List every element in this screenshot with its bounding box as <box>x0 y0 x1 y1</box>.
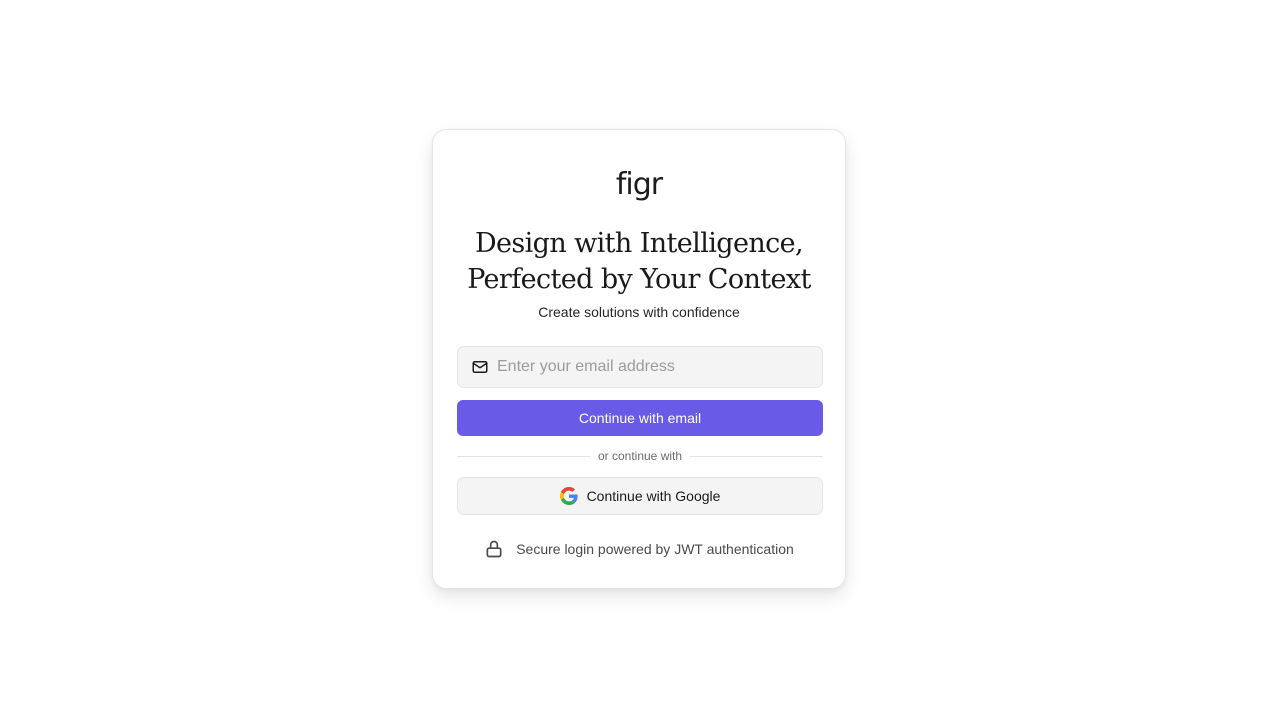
or-divider: or continue with <box>457 448 824 464</box>
divider-line-left <box>457 455 590 457</box>
email-field[interactable] <box>457 346 823 388</box>
google-icon <box>559 487 578 505</box>
continue-with-email-button[interactable]: Continue with email <box>457 400 823 436</box>
divider-text: or continue with <box>597 449 683 463</box>
page-subtitle: Create solutions with confidence <box>538 304 740 320</box>
headline-line-1: Design with Intelligence, <box>474 228 804 259</box>
continue-with-google-button[interactable]: Continue with Google <box>457 477 823 515</box>
email-input[interactable] <box>497 358 797 376</box>
login-card: figr Design with Intelligence, Perfected… <box>432 129 846 589</box>
lock-icon <box>484 539 504 559</box>
secure-login-text: Secure login powered by JWT authenticati… <box>516 541 794 557</box>
divider-line-right <box>690 455 824 457</box>
google-button-label: Continue with Google <box>586 488 721 504</box>
figr-logo: figr <box>615 167 663 202</box>
secure-login-note: Secure login powered by JWT authenticati… <box>433 538 845 560</box>
page-headline: Design with Intelligence, Perfected by Y… <box>433 226 845 298</box>
headline-line-2: Perfected by Your Context <box>467 264 811 295</box>
mail-icon <box>471 358 489 376</box>
